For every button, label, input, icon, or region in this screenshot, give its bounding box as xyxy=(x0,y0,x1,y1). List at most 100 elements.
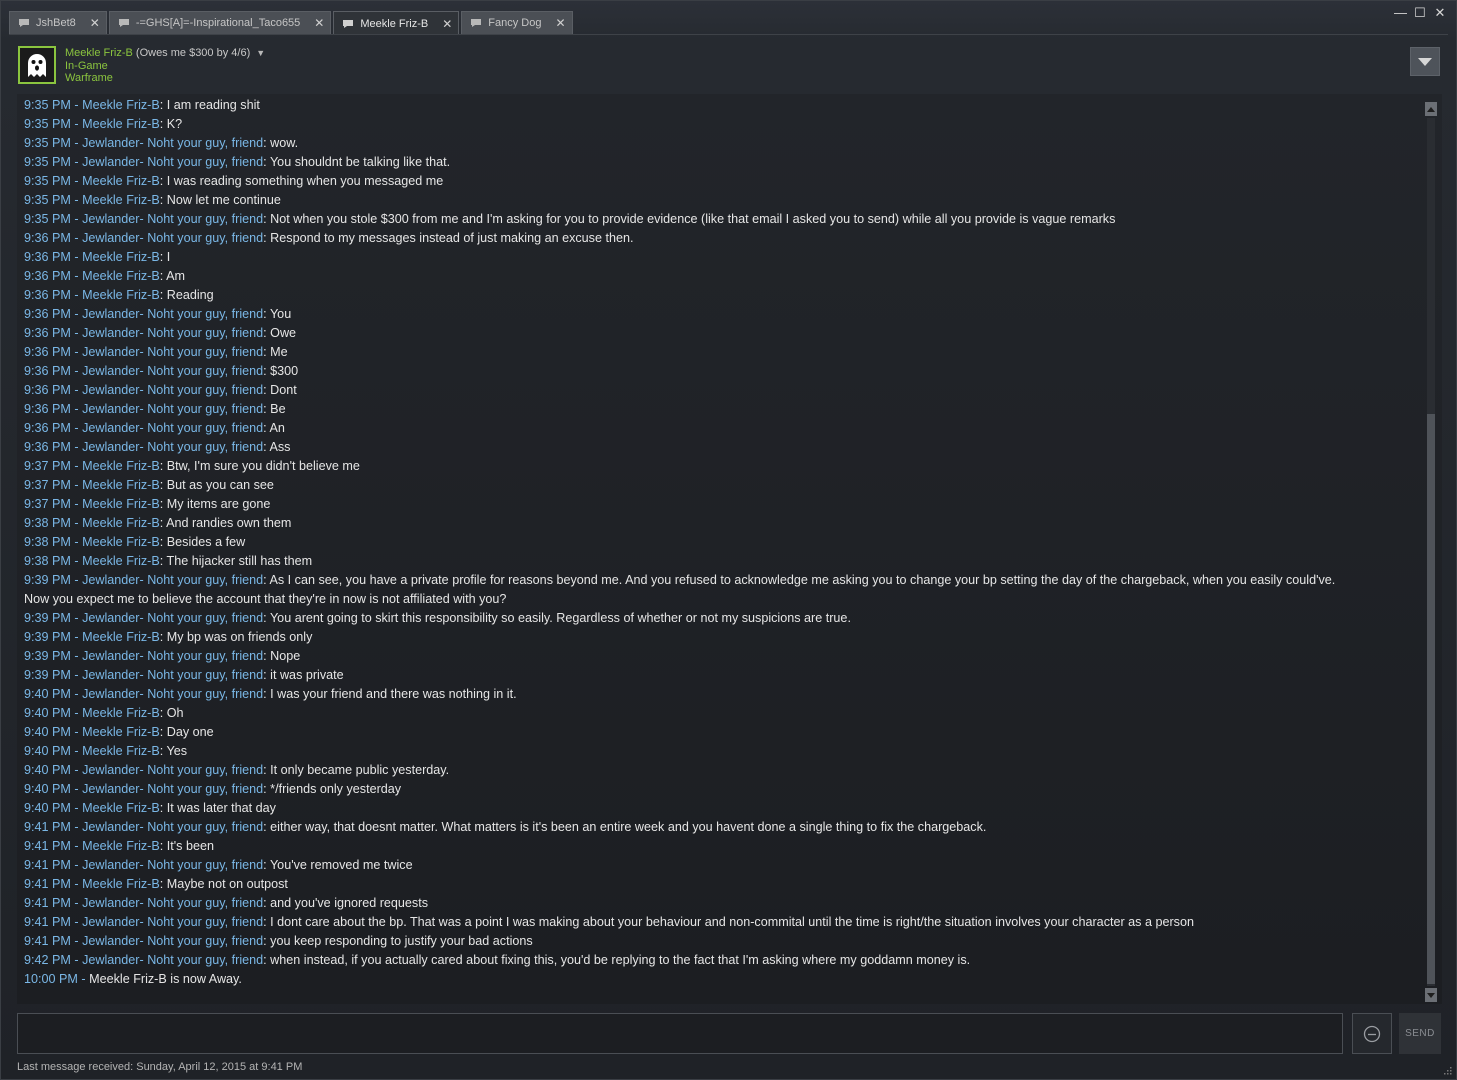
maximize-icon[interactable]: ☐ xyxy=(1414,5,1426,21)
message-timestamp: 9:38 PM - xyxy=(24,516,83,530)
close-window-icon[interactable]: ✕ xyxy=(1434,5,1446,21)
message-sender[interactable]: Meekle Friz-B xyxy=(82,288,160,302)
message-sender[interactable]: Meekle Friz-B xyxy=(82,174,160,188)
message-sender[interactable]: Jewlander- Noht your guy, friend xyxy=(82,440,263,454)
message-timestamp: 9:36 PM - xyxy=(24,440,83,454)
message-text: : You've removed me twice xyxy=(263,858,413,872)
message-sender[interactable]: Jewlander- Noht your guy, friend xyxy=(82,155,263,169)
message-timestamp: 9:35 PM - xyxy=(24,212,83,226)
message-sender[interactable]: Meekle Friz-B xyxy=(82,269,160,283)
message-sender[interactable]: Jewlander- Noht your guy, friend xyxy=(82,649,263,663)
message-timestamp: 9:40 PM - xyxy=(24,744,83,758)
chat-message: 9:36 PM - Jewlander- Noht your guy, frie… xyxy=(24,400,1414,419)
tab-jshbet8[interactable]: JshBet8 ✕ xyxy=(9,11,107,34)
tab-fancy-dog[interactable]: Fancy Dog ✕ xyxy=(461,11,573,34)
message-sender[interactable]: Meekle Friz-B xyxy=(82,554,160,568)
message-sender[interactable]: Jewlander- Noht your guy, friend xyxy=(82,383,263,397)
close-icon[interactable]: ✕ xyxy=(90,16,100,30)
message-sender[interactable]: Jewlander- Noht your guy, friend xyxy=(82,782,263,796)
message-input[interactable] xyxy=(17,1013,1343,1054)
message-sender[interactable]: Jewlander- Noht your guy, friend xyxy=(82,326,263,340)
chat-message: 9:41 PM - Jewlander- Noht your guy, frie… xyxy=(24,818,1414,837)
chat-bubble-icon xyxy=(18,18,30,28)
close-icon[interactable]: ✕ xyxy=(555,16,565,30)
chat-message: 9:41 PM - Meekle Friz-B: It's been xyxy=(24,837,1414,856)
chat-bubble-icon xyxy=(342,19,354,29)
message-sender[interactable]: Meekle Friz-B xyxy=(82,459,160,473)
message-sender[interactable]: Jewlander- Noht your guy, friend xyxy=(82,934,263,948)
message-sender[interactable]: Meekle Friz-B xyxy=(82,801,160,815)
message-sender[interactable]: Jewlander- Noht your guy, friend xyxy=(82,212,263,226)
scroll-up-button[interactable] xyxy=(1425,102,1437,116)
message-sender[interactable]: Meekle Friz-B xyxy=(82,725,160,739)
message-sender[interactable]: Meekle Friz-B xyxy=(82,877,160,891)
message-text: : Yes xyxy=(159,744,188,758)
message-sender[interactable]: Jewlander- Noht your guy, friend xyxy=(82,858,263,872)
message-timestamp: 9:39 PM - xyxy=(24,668,83,682)
message-sender[interactable]: Jewlander- Noht your guy, friend xyxy=(82,402,263,416)
message-timestamp: 9:39 PM - xyxy=(24,649,83,663)
message-sender[interactable]: Meekle Friz-B xyxy=(82,193,160,207)
message-sender[interactable]: Jewlander- Noht your guy, friend xyxy=(82,896,263,910)
window-controls: — ☐ ✕ xyxy=(1394,5,1446,21)
arrow-down-icon xyxy=(1427,992,1435,998)
options-dropdown-button[interactable] xyxy=(1410,47,1440,76)
message-text: : Not when you stole $300 from me and I'… xyxy=(263,212,1116,226)
message-sender[interactable]: Jewlander- Noht your guy, friend xyxy=(82,307,263,321)
message-timestamp: 9:41 PM - xyxy=(24,934,83,948)
message-sender[interactable]: Jewlander- Noht your guy, friend xyxy=(82,136,263,150)
message-text: : Day one xyxy=(159,725,214,739)
message-sender[interactable]: Meekle Friz-B xyxy=(82,478,160,492)
message-sender[interactable]: Meekle Friz-B xyxy=(82,839,160,853)
message-sender[interactable]: Jewlander- Noht your guy, friend xyxy=(82,668,263,682)
message-sender[interactable]: Meekle Friz-B xyxy=(82,516,160,530)
chevron-down-icon xyxy=(1418,57,1432,66)
message-sender[interactable]: Jewlander- Noht your guy, friend xyxy=(82,763,263,777)
avatar[interactable] xyxy=(18,46,56,84)
caret-down-icon[interactable]: ▼ xyxy=(256,48,265,58)
message-sender[interactable]: Jewlander- Noht your guy, friend xyxy=(82,364,263,378)
chat-message: 9:40 PM - Jewlander- Noht your guy, frie… xyxy=(24,761,1414,780)
close-icon[interactable]: ✕ xyxy=(442,17,452,31)
message-sender[interactable]: Jewlander- Noht your guy, friend xyxy=(82,231,263,245)
message-sender[interactable]: Meekle Friz-B xyxy=(82,630,160,644)
message-sender[interactable]: Jewlander- Noht your guy, friend xyxy=(82,573,263,587)
message-sender[interactable]: Jewlander- Noht your guy, friend xyxy=(82,687,263,701)
send-button[interactable]: SEND xyxy=(1399,1013,1441,1054)
chat-message: 9:40 PM - Meekle Friz-B: Day one xyxy=(24,723,1414,742)
message-sender[interactable]: Meekle Friz-B xyxy=(82,706,160,720)
message-sender[interactable]: Jewlander- Noht your guy, friend xyxy=(82,345,263,359)
message-text: : Respond to my messages instead of just… xyxy=(263,231,634,245)
scroll-thumb[interactable] xyxy=(1427,414,1435,984)
ghost-icon xyxy=(28,54,46,77)
message-sender[interactable]: Jewlander- Noht your guy, friend xyxy=(82,915,263,929)
message-sender[interactable]: Meekle Friz-B xyxy=(82,98,160,112)
message-sender[interactable]: Jewlander- Noht your guy, friend xyxy=(82,611,263,625)
message-sender[interactable]: Meekle Friz-B xyxy=(82,535,160,549)
message-sender[interactable]: Jewlander- Noht your guy, friend xyxy=(82,953,263,967)
message-timestamp: 9:37 PM - xyxy=(24,459,83,473)
message-sender[interactable]: Jewlander- Noht your guy, friend xyxy=(82,820,263,834)
minimize-icon[interactable]: — xyxy=(1394,5,1407,21)
message-text: : I dont care about the bp. That was a p… xyxy=(263,915,1194,929)
message-sender[interactable]: Meekle Friz-B xyxy=(82,250,160,264)
tab-meekle-friz-b[interactable]: Meekle Friz-B ✕ xyxy=(333,11,460,35)
close-icon[interactable]: ✕ xyxy=(314,16,324,30)
chat-message: 9:36 PM - Meekle Friz-B: I xyxy=(24,248,1414,267)
chat-message: 9:36 PM - Jewlander- Noht your guy, frie… xyxy=(24,381,1414,400)
tab-inspirational-taco[interactable]: -=GHS[A]=-Inspirational_Taco655 ✕ xyxy=(108,11,332,34)
tab-bar: JshBet8 ✕ -=GHS[A]=-Inspirational_Taco65… xyxy=(9,11,575,35)
friend-name[interactable]: Meekle Friz-B (Owes me $300 by 4/6) ▼ xyxy=(65,47,265,59)
emoticon-button[interactable] xyxy=(1352,1013,1392,1054)
message-timestamp: 9:42 PM - xyxy=(24,953,83,967)
message-sender[interactable]: Jewlander- Noht your guy, friend xyxy=(82,421,263,435)
scrollbar[interactable] xyxy=(1425,102,1438,1002)
message-sender[interactable]: Meekle Friz-B xyxy=(82,497,160,511)
chat-message: 9:38 PM - Meekle Friz-B: And randies own… xyxy=(24,514,1414,533)
message-sender[interactable]: Meekle Friz-B xyxy=(82,117,160,131)
message-sender[interactable]: Meekle Friz-B xyxy=(82,744,160,758)
resize-grip-icon[interactable] xyxy=(1442,1065,1452,1075)
chat-message: 9:41 PM - Jewlander- Noht your guy, frie… xyxy=(24,894,1414,913)
scroll-down-button[interactable] xyxy=(1425,988,1437,1002)
message-text: : An xyxy=(263,421,285,435)
